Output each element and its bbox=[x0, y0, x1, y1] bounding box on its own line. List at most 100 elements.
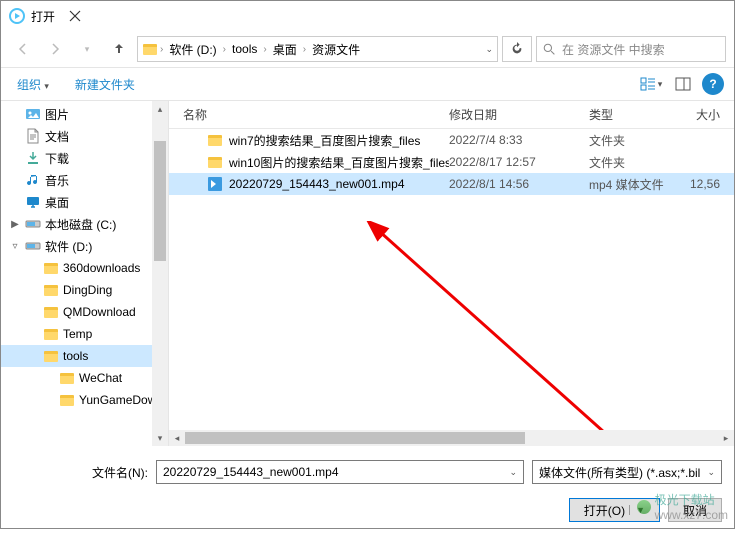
tree-chevron-icon[interactable]: ▿ bbox=[9, 241, 21, 252]
breadcrumb-item[interactable]: tools bbox=[228, 40, 261, 58]
folder-icon bbox=[59, 370, 75, 386]
refresh-button[interactable] bbox=[502, 36, 532, 62]
file-row[interactable]: win7的搜索结果_百度图片搜索_files2022/7/4 8:33文件夹 bbox=[169, 129, 734, 151]
up-button[interactable] bbox=[105, 35, 133, 63]
forward-button[interactable] bbox=[41, 35, 69, 63]
tree-item[interactable]: DingDing bbox=[1, 279, 168, 301]
column-date[interactable]: 修改日期 bbox=[449, 106, 589, 123]
desktop-icon bbox=[25, 194, 41, 210]
nav-bar: ▾ › 软件 (D:) › tools › 桌面 › 资源文件 ⌄ 在 资源文件… bbox=[1, 31, 734, 67]
tree-item[interactable]: 图片 bbox=[1, 103, 168, 125]
tree-item-label: QMDownload bbox=[63, 305, 136, 319]
tree-item-label: WeChat bbox=[79, 371, 122, 385]
tree-item[interactable]: 360downloads bbox=[1, 257, 168, 279]
search-input[interactable]: 在 资源文件 中搜索 bbox=[536, 36, 726, 62]
folder-icon bbox=[43, 260, 59, 276]
scroll-left-arrow[interactable]: ◂ bbox=[169, 430, 185, 446]
tree-item[interactable]: tools bbox=[1, 345, 168, 367]
file-row[interactable]: 20220729_154443_new001.mp4 2022/8/1 14:56… bbox=[169, 173, 734, 195]
tree-item[interactable]: YunGameDown bbox=[1, 389, 168, 411]
pictures-icon bbox=[25, 106, 41, 122]
tree-item-label: 文档 bbox=[45, 128, 69, 145]
tree-item[interactable]: QMDownload bbox=[1, 301, 168, 323]
breadcrumb-item[interactable]: 软件 (D:) bbox=[165, 39, 220, 60]
dialog-title: 打开 bbox=[31, 8, 55, 25]
chevron-right-icon: › bbox=[223, 44, 226, 55]
breadcrumb-item[interactable]: 桌面 bbox=[269, 39, 301, 60]
folder-icon bbox=[59, 392, 75, 408]
tree-item[interactable]: WeChat bbox=[1, 367, 168, 389]
chevron-down-icon[interactable]: ⌄ bbox=[707, 467, 715, 478]
file-list: 名称 修改日期 类型 大小 win7的搜索结果_百度图片搜索_files2022… bbox=[169, 101, 734, 446]
back-button[interactable] bbox=[9, 35, 37, 63]
chevron-down-icon[interactable]: ⌄ bbox=[509, 467, 517, 478]
new-folder-button[interactable]: 新建文件夹 bbox=[69, 72, 141, 97]
tree-item[interactable]: ▿ 软件 (D:) bbox=[1, 235, 168, 257]
drive-d-icon bbox=[25, 238, 41, 254]
drive-c-icon bbox=[25, 216, 41, 232]
tree-item[interactable]: ▶本地磁盘 (C:) bbox=[1, 213, 168, 235]
folder-icon bbox=[43, 348, 59, 364]
cancel-button[interactable]: 取消 bbox=[668, 498, 722, 522]
tree-item[interactable]: 文档 bbox=[1, 125, 168, 147]
scroll-right-arrow[interactable]: ▸ bbox=[718, 430, 734, 446]
file-type: 文件夹 bbox=[589, 132, 689, 149]
folder-icon bbox=[43, 282, 59, 298]
tree-item-label: tools bbox=[63, 349, 88, 363]
tree-item-label: DingDing bbox=[63, 283, 112, 297]
file-date: 2022/8/1 14:56 bbox=[449, 177, 589, 191]
downloads-icon bbox=[25, 150, 41, 166]
column-name[interactable]: 名称 bbox=[169, 106, 449, 123]
file-row[interactable]: win10图片的搜索结果_百度图片搜索_files2022/8/17 12:57… bbox=[169, 151, 734, 173]
tree-item-label: 桌面 bbox=[45, 194, 69, 211]
tree-item-label: 360downloads bbox=[63, 261, 140, 275]
horizontal-scrollbar[interactable]: ◂ ▸ bbox=[169, 430, 734, 446]
search-icon bbox=[543, 43, 556, 56]
documents-icon bbox=[25, 128, 41, 144]
organize-menu[interactable]: 组织 ▾ bbox=[11, 72, 55, 97]
scroll-up-arrow[interactable]: ▴ bbox=[152, 101, 168, 117]
open-button[interactable]: 打开(O)▼ bbox=[569, 498, 660, 522]
main-area: 图片文档下载音乐桌面 ▶本地磁盘 (C:) ▿ 软件 (D:) 360downloads… bbox=[1, 101, 734, 446]
music-icon bbox=[25, 172, 41, 188]
folder-icon bbox=[43, 326, 59, 342]
tree-item-label: Temp bbox=[63, 327, 92, 341]
filename-input[interactable]: 20220729_154443_new001.mp4 ⌄ bbox=[156, 460, 524, 484]
bottom-panel: 文件名(N): 20220729_154443_new001.mp4 ⌄ 媒体文… bbox=[1, 446, 734, 534]
scroll-down-arrow[interactable]: ▾ bbox=[152, 430, 168, 446]
folder-icon bbox=[207, 154, 223, 170]
tree-item[interactable]: 下载 bbox=[1, 147, 168, 169]
app-icon bbox=[9, 8, 25, 24]
tree-item[interactable]: 音乐 bbox=[1, 169, 168, 191]
tree-item[interactable]: 桌面 bbox=[1, 191, 168, 213]
file-name: 20220729_154443_new001.mp4 bbox=[229, 177, 405, 191]
sidebar: 图片文档下载音乐桌面 ▶本地磁盘 (C:) ▿ 软件 (D:) 360downloads… bbox=[1, 101, 169, 446]
view-mode-button[interactable]: ▾ bbox=[638, 72, 664, 96]
chevron-right-icon: › bbox=[263, 44, 266, 55]
close-button[interactable] bbox=[55, 2, 95, 30]
drive-icon bbox=[142, 41, 158, 57]
column-type[interactable]: 类型 bbox=[589, 106, 689, 123]
recent-dropdown[interactable]: ▾ bbox=[73, 35, 101, 63]
file-date: 2022/8/17 12:57 bbox=[449, 155, 589, 169]
tree-item-label: 图片 bbox=[45, 106, 69, 123]
chevron-right-icon: › bbox=[303, 44, 306, 55]
breadcrumb-dropdown[interactable]: ⌄ bbox=[485, 44, 493, 55]
tree-item-label: 下载 bbox=[45, 150, 69, 167]
scrollbar-thumb[interactable] bbox=[154, 141, 166, 261]
help-button[interactable]: ? bbox=[702, 73, 724, 95]
breadcrumb[interactable]: › 软件 (D:) › tools › 桌面 › 资源文件 ⌄ bbox=[137, 36, 498, 62]
mp4-icon bbox=[207, 176, 223, 192]
open-file-dialog: 打开 ▾ › 软件 (D:) › tools › 桌面 › 资源文件 ⌄ bbox=[0, 0, 735, 529]
filename-label: 文件名(N): bbox=[13, 464, 148, 481]
sidebar-scrollbar[interactable]: ▴ ▾ bbox=[152, 101, 168, 446]
filetype-select[interactable]: 媒体文件(所有类型) (*.asx;*.bil ⌄ bbox=[532, 460, 722, 484]
tree-item-label: 软件 (D:) bbox=[45, 238, 92, 255]
scrollbar-thumb[interactable] bbox=[185, 432, 525, 444]
breadcrumb-item[interactable]: 资源文件 bbox=[308, 39, 364, 60]
column-size[interactable]: 大小 bbox=[689, 106, 734, 123]
file-name: win7的搜索结果_百度图片搜索_files bbox=[229, 132, 420, 149]
tree-item[interactable]: Temp bbox=[1, 323, 168, 345]
preview-pane-button[interactable] bbox=[670, 72, 696, 96]
tree-chevron-icon[interactable]: ▶ bbox=[9, 219, 21, 230]
